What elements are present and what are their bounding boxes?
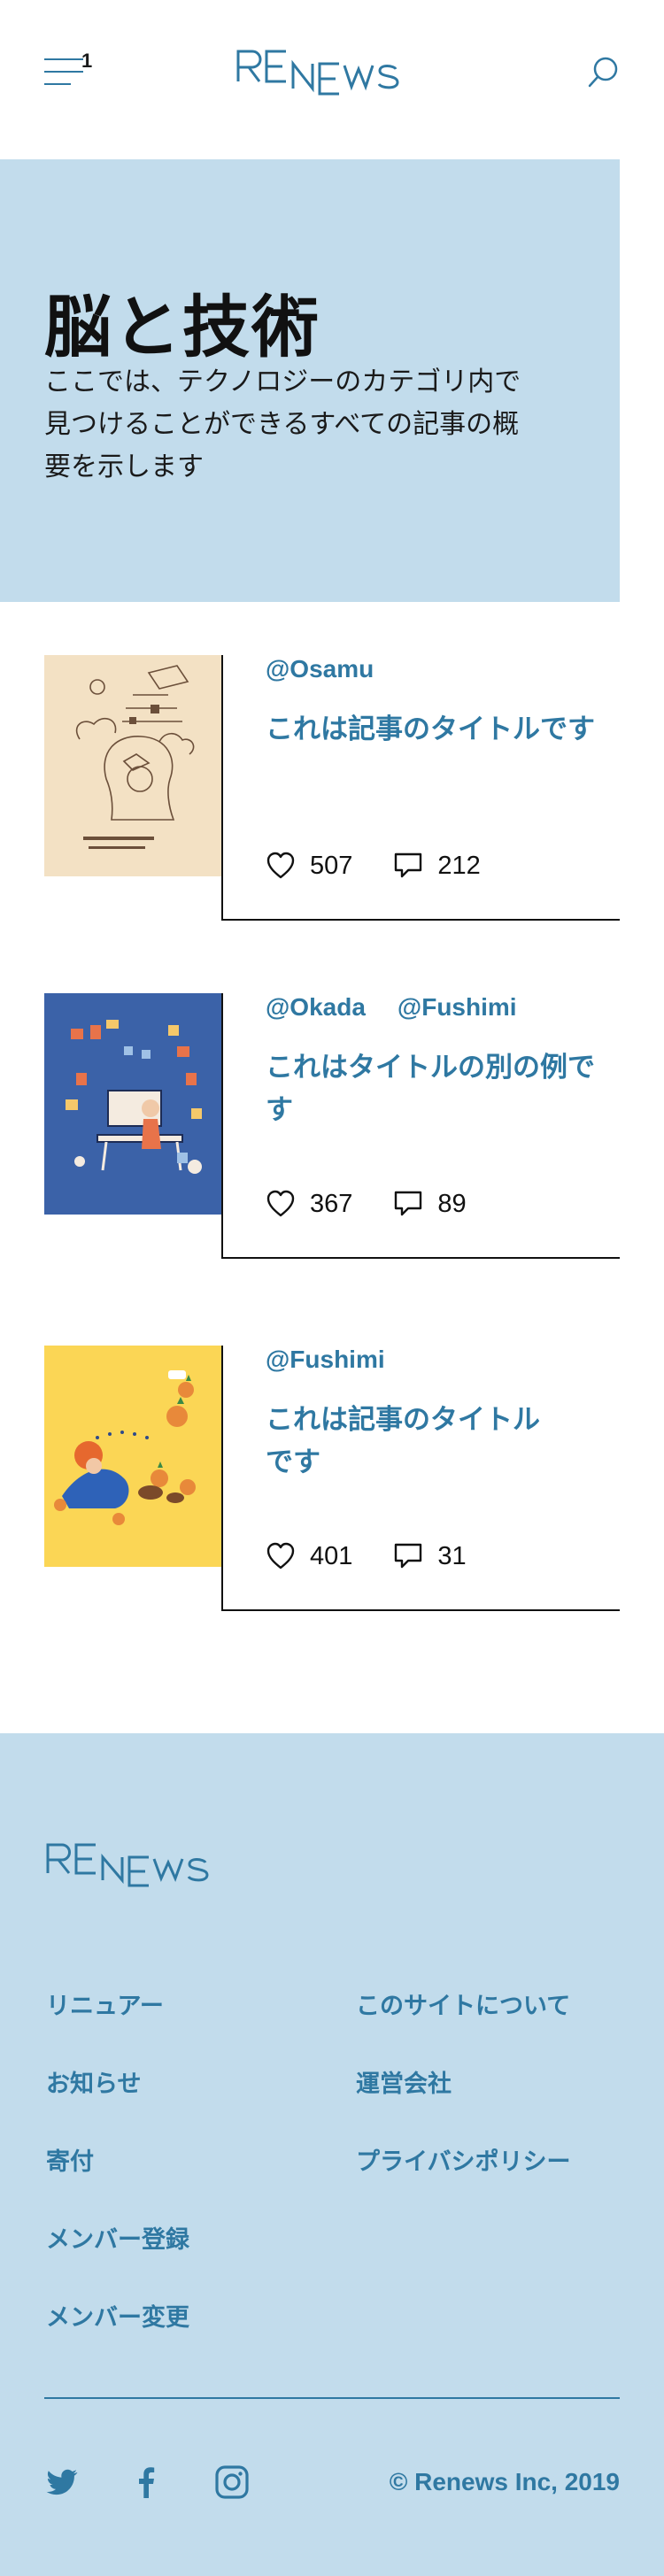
article-authors: @Osamu bbox=[266, 655, 405, 683]
footer-link-company[interactable]: 運営会社 bbox=[356, 2064, 452, 2099]
category-hero: 脳と技術 ここでは、テクノロジーのカテゴリ内で見つけることができるすべての記事の… bbox=[0, 159, 620, 602]
search-button[interactable] bbox=[586, 55, 622, 90]
notification-badge: 1 bbox=[81, 50, 93, 72]
like-count: 401 bbox=[310, 1541, 353, 1570]
comment-button[interactable]: 31 bbox=[393, 1541, 467, 1571]
footer-link-news[interactable]: お知らせ bbox=[46, 2064, 141, 2099]
menu-button[interactable]: 1 bbox=[44, 50, 93, 87]
comment-button[interactable]: 89 bbox=[393, 1189, 467, 1219]
article-stats: 367 89 bbox=[266, 1186, 507, 1222]
menu-icon-line bbox=[44, 71, 83, 73]
article-card[interactable]: @Okada @Fushimi これはタイトルの別の例です 367 89 bbox=[44, 993, 620, 1259]
article-thumbnail[interactable] bbox=[44, 1346, 221, 1567]
article-thumbnail[interactable] bbox=[44, 993, 221, 1215]
workspace-illustration bbox=[44, 993, 221, 1215]
author-link[interactable]: @Okada bbox=[266, 993, 366, 1021]
facebook-icon bbox=[139, 2467, 155, 2498]
footer-renews-logo[interactable] bbox=[44, 1838, 239, 1891]
comment-icon bbox=[395, 1543, 422, 1569]
facebook-link[interactable] bbox=[129, 2464, 165, 2500]
footer-link-member-register[interactable]: メンバー登録 bbox=[46, 2220, 189, 2255]
comment-count: 31 bbox=[437, 1541, 467, 1570]
article-title[interactable]: これは記事のタイトルです bbox=[266, 708, 620, 751]
author-link[interactable]: @Osamu bbox=[266, 655, 374, 683]
site-header: 1 bbox=[0, 0, 664, 159]
article-stats: 401 31 bbox=[266, 1539, 507, 1574]
article-title[interactable]: これはタイトルの別の例です bbox=[266, 1046, 620, 1131]
heart-icon bbox=[266, 1542, 295, 1570]
like-button[interactable]: 367 bbox=[266, 1190, 352, 1219]
author-link[interactable]: @Fushimi bbox=[266, 1346, 385, 1373]
comment-icon bbox=[395, 852, 422, 878]
site-footer: リニュアー お知らせ 寄付 メンバー登録 メンバー変更 このサイトについて 運営… bbox=[0, 1733, 664, 2576]
article-card[interactable]: @Osamu これは記事のタイトルです 507 212 bbox=[44, 655, 620, 921]
brain-tech-illustration bbox=[44, 655, 221, 876]
article-title[interactable]: これは記事のタイトルです bbox=[266, 1399, 567, 1484]
heart-icon bbox=[266, 852, 295, 879]
menu-icon-line bbox=[44, 83, 71, 85]
comment-button[interactable]: 212 bbox=[393, 851, 481, 881]
footer-divider bbox=[44, 2397, 620, 2399]
footer-link-member-change[interactable]: メンバー変更 bbox=[46, 2298, 189, 2333]
category-title: 脳と技術 bbox=[44, 288, 320, 366]
instagram-icon bbox=[215, 2465, 249, 2499]
article-stats: 507 212 bbox=[266, 848, 521, 883]
search-icon bbox=[588, 57, 618, 88]
copyright-text: © Renews Inc, 2019 bbox=[389, 2468, 620, 2495]
twitter-icon bbox=[46, 2469, 78, 2495]
like-count: 507 bbox=[310, 851, 353, 880]
like-button[interactable]: 401 bbox=[266, 1542, 352, 1571]
footer-link-privacy[interactable]: プライバシポリシー bbox=[356, 2142, 570, 2177]
comment-count: 89 bbox=[437, 1189, 467, 1218]
author-link[interactable]: @Fushimi bbox=[398, 993, 517, 1021]
renews-logo[interactable] bbox=[235, 42, 429, 103]
article-authors: @Okada @Fushimi bbox=[266, 993, 549, 1022]
comment-icon bbox=[395, 1191, 422, 1216]
footer-link-donate[interactable]: 寄付 bbox=[46, 2142, 94, 2177]
article-authors: @Fushimi bbox=[266, 1346, 417, 1374]
article-card[interactable]: @Fushimi これは記事のタイトルです 401 31 bbox=[44, 1346, 620, 1611]
category-description: ここでは、テクノロジーのカテゴリ内で見つけることができるすべての記事の概要を示し… bbox=[44, 366, 521, 482]
twitter-link[interactable] bbox=[44, 2464, 80, 2500]
like-button[interactable]: 507 bbox=[266, 852, 352, 881]
footer-link-renewer[interactable]: リニュアー bbox=[46, 1986, 164, 2021]
menu-icon bbox=[44, 58, 83, 60]
comment-count: 212 bbox=[437, 851, 481, 880]
heart-icon bbox=[266, 1190, 295, 1217]
footer-link-about[interactable]: このサイトについて bbox=[356, 1986, 570, 2021]
gardening-illustration bbox=[44, 1346, 221, 1567]
like-count: 367 bbox=[310, 1189, 353, 1218]
instagram-link[interactable] bbox=[214, 2464, 250, 2500]
article-thumbnail[interactable] bbox=[44, 655, 221, 876]
